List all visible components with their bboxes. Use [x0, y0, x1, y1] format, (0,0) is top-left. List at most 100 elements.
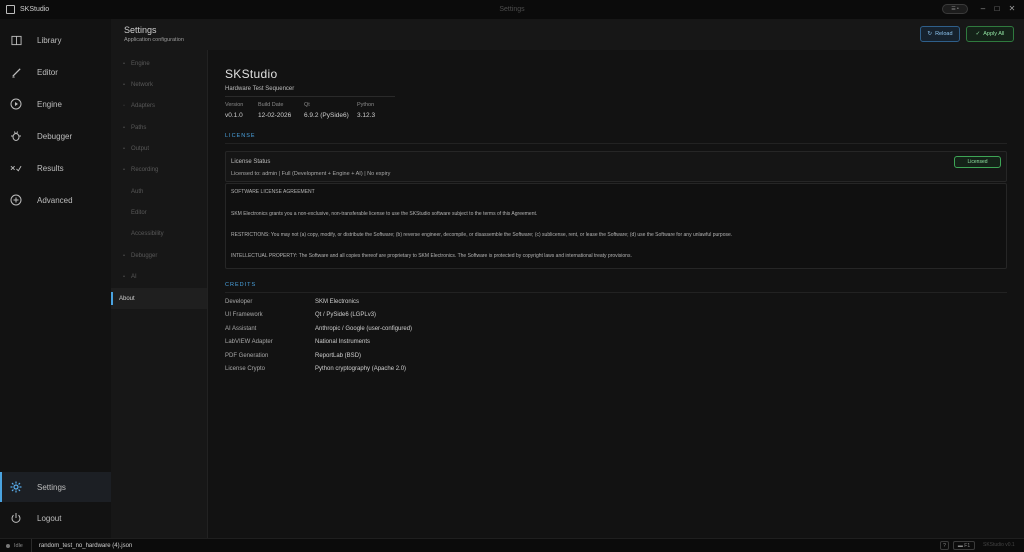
meta-key-version: Version: [225, 102, 244, 108]
product-tagline: Hardware Test Sequencer: [225, 86, 295, 92]
bullet-icon: •: [123, 124, 125, 131]
bullet-icon: •: [123, 273, 125, 280]
settings-tab-label: Engine: [131, 60, 150, 67]
settings-tab-adapters[interactable]: ▫ Adapters: [111, 95, 207, 116]
credits-section-title: CREDITS: [225, 282, 257, 288]
nav-item-logout[interactable]: Logout: [0, 503, 111, 533]
close-button[interactable]: ✕: [1006, 3, 1018, 15]
square-bullet-icon: ▫: [123, 102, 125, 109]
checkmark-icon: ✓: [975, 31, 981, 37]
settings-tab-network[interactable]: • Network: [111, 74, 207, 95]
agreement-paragraph: RESTRICTIONS: You may not (a) copy, modi…: [231, 232, 733, 238]
check-results-icon: [10, 162, 22, 174]
settings-tab-engine[interactable]: • Engine: [111, 53, 207, 74]
book-icon: [10, 34, 22, 46]
status-text: Idle: [14, 542, 23, 549]
credit-value: Qt / PySide6 (LGPLv3): [315, 312, 377, 318]
help-button[interactable]: ?: [940, 541, 949, 550]
meta-key-qt: Qt: [304, 102, 310, 108]
meta-key-build-date: Build Date: [258, 102, 284, 108]
gear-icon: [10, 481, 22, 493]
agreement-heading: SOFTWARE LICENSE AGREEMENT: [231, 189, 315, 195]
license-status-box: License Status Licensed to: admin | Full…: [225, 151, 1007, 182]
bullet-icon: •: [123, 166, 125, 173]
settings-tab-label: Network: [131, 81, 154, 88]
settings-tab-accessibility[interactable]: Accessibility: [111, 223, 207, 244]
status-badge[interactable]: ▬ F1: [953, 541, 975, 550]
nav-label: Engine: [37, 99, 62, 109]
status-divider: [30, 538, 32, 552]
credit-value: ReportLab (BSD): [315, 353, 362, 359]
app-name: SKStudio: [20, 6, 50, 13]
credit-key: AI Assistant: [225, 326, 257, 332]
agreement-paragraph: INTELLECTUAL PROPERTY: The Software and …: [231, 253, 632, 259]
status-indicator-icon: [6, 543, 10, 548]
meta-value-python: 3.12.3: [357, 112, 376, 119]
bug-icon: [10, 130, 22, 142]
settings-tab-label: Adapters: [131, 102, 156, 109]
current-file-name: random_test_no_hardware (4).json: [38, 542, 133, 549]
meta-value-version: v0.1.0: [225, 112, 243, 119]
section-divider: [225, 292, 1007, 293]
nav-label: Debugger: [37, 131, 73, 141]
nav-item-debugger[interactable]: Debugger: [0, 121, 111, 151]
credit-key: UI Framework: [225, 312, 263, 318]
settings-tab-recording[interactable]: • Recording: [111, 159, 207, 180]
apply-all-button[interactable]: ✓ Apply All: [966, 26, 1014, 42]
status-bar: Idle random_test_no_hardware (4).json ? …: [0, 538, 1024, 552]
reload-button[interactable]: ↻ Reload: [920, 26, 960, 42]
page-title: Settings: [124, 25, 157, 35]
credit-value: Anthropic / Google (user-configured): [315, 326, 413, 332]
pencil-icon: [10, 66, 22, 78]
settings-tab-label: Output: [131, 145, 150, 152]
credit-value: SKM Electronics: [315, 299, 360, 305]
meta-key-python: Python: [357, 102, 375, 108]
settings-header: Settings Application configuration ↻ Rel…: [111, 19, 1024, 50]
license-section-title: LICENSE: [225, 133, 256, 139]
settings-tab-about[interactable]: About: [111, 288, 207, 309]
nav-label: Advanced: [37, 195, 73, 205]
settings-tab-label: Accessibility: [131, 230, 164, 237]
settings-tab-output[interactable]: • Output: [111, 138, 207, 159]
title-bar: SKStudio Settings ☰ • – □ ✕: [0, 0, 1024, 19]
settings-tab-label: Recording: [131, 166, 159, 173]
license-status-detail: Licensed to: admin | Full (Development +…: [231, 171, 391, 177]
settings-tab-label: Paths: [131, 124, 147, 131]
meta-value-qt: 6.9.2 (PySide6): [304, 112, 349, 119]
license-status-label: License Status: [231, 159, 271, 165]
nav-item-advanced[interactable]: Advanced: [0, 185, 111, 215]
credit-key: LabVIEW Adapter: [225, 339, 273, 345]
settings-tab-debugger[interactable]: • Debugger: [111, 245, 207, 266]
nav-item-engine[interactable]: Engine: [0, 89, 111, 119]
page-subtitle: Application configuration: [124, 37, 184, 43]
credit-value: National Instruments: [315, 339, 371, 345]
app-logo-icon: [6, 5, 15, 14]
window-options-pill[interactable]: ☰ •: [942, 4, 968, 14]
bullet-icon: •: [123, 81, 125, 88]
nav-item-results[interactable]: Results: [0, 153, 111, 183]
minimize-button[interactable]: –: [977, 3, 989, 15]
settings-tab-auth[interactable]: Auth: [111, 181, 207, 202]
settings-tab-label: Editor: [131, 209, 147, 216]
settings-tab-paths[interactable]: • Paths: [111, 117, 207, 138]
settings-tab-editor[interactable]: Editor: [111, 202, 207, 223]
settings-tab-label: Debugger: [131, 252, 158, 259]
nav-item-editor[interactable]: Editor: [0, 57, 111, 87]
settings-tab-ai[interactable]: • AI: [111, 266, 207, 287]
nav-label: Results: [37, 163, 64, 173]
play-circle-icon: [10, 98, 22, 110]
credit-key: License Crypto: [225, 366, 266, 372]
nav-item-settings[interactable]: Settings: [0, 472, 111, 502]
product-name: SKStudio: [225, 67, 278, 81]
refresh-icon: ↻: [927, 31, 933, 37]
bullet-icon: •: [123, 145, 125, 152]
divider: [225, 96, 395, 97]
nav-item-library[interactable]: Library: [0, 25, 111, 55]
bullet-icon: •: [123, 252, 125, 259]
credit-key: PDF Generation: [225, 353, 269, 359]
settings-tab-label: AI: [131, 273, 137, 280]
maximize-button[interactable]: □: [991, 3, 1003, 15]
version-label: SKStudio v0.1: [983, 542, 1015, 548]
bullet-icon: •: [123, 60, 125, 67]
nav-label: Settings: [37, 482, 66, 492]
